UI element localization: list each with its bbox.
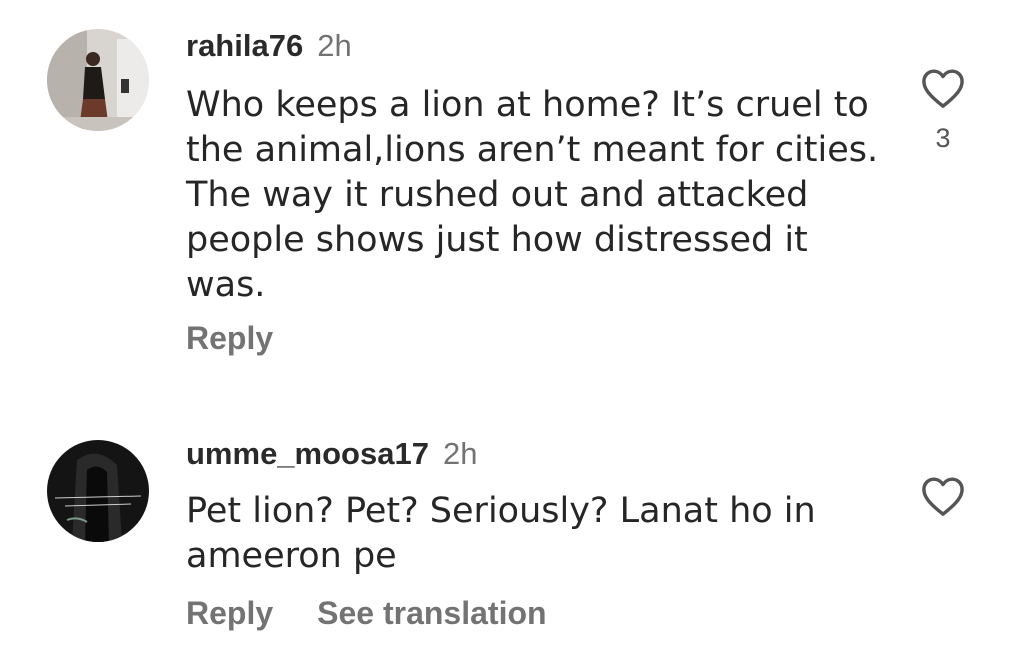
comment-actions: Reply See translation: [186, 595, 547, 632]
comment-text: Who keeps a lion at home? It’s cruel to …: [186, 85, 879, 305]
username-link[interactable]: rahila76: [186, 28, 303, 63]
reply-button[interactable]: Reply: [186, 320, 273, 356]
avatar-photo: [47, 440, 149, 542]
like-container: 3: [918, 67, 968, 154]
comment-actions: Reply: [186, 320, 273, 357]
see-translation-button[interactable]: See translation: [317, 595, 546, 631]
comment-item: rahila76 2h Who keeps a lion at home? It’…: [0, 0, 1024, 380]
comment-item: umme_moosa17 2h Pet lion? Pet? Seriously?…: [0, 400, 1024, 656]
avatar[interactable]: [47, 29, 149, 131]
heart-outline-icon[interactable]: [920, 475, 966, 517]
reply-button[interactable]: Reply: [186, 595, 273, 631]
comment-header: rahila76 2h: [186, 28, 352, 64]
comment-header: umme_moosa17 2h: [186, 436, 477, 472]
avatar[interactable]: [47, 440, 149, 542]
comment-text: Pet lion? Pet? Seriously? Lanat ho in am…: [186, 491, 816, 576]
username-link[interactable]: umme_moosa17: [186, 436, 429, 471]
avatar-photo: [47, 29, 149, 131]
like-count: 3: [935, 123, 951, 153]
heart-outline-icon[interactable]: [920, 67, 966, 109]
like-container: [918, 475, 968, 517]
timestamp: 2h: [442, 436, 478, 471]
timestamp: 2h: [317, 28, 352, 63]
